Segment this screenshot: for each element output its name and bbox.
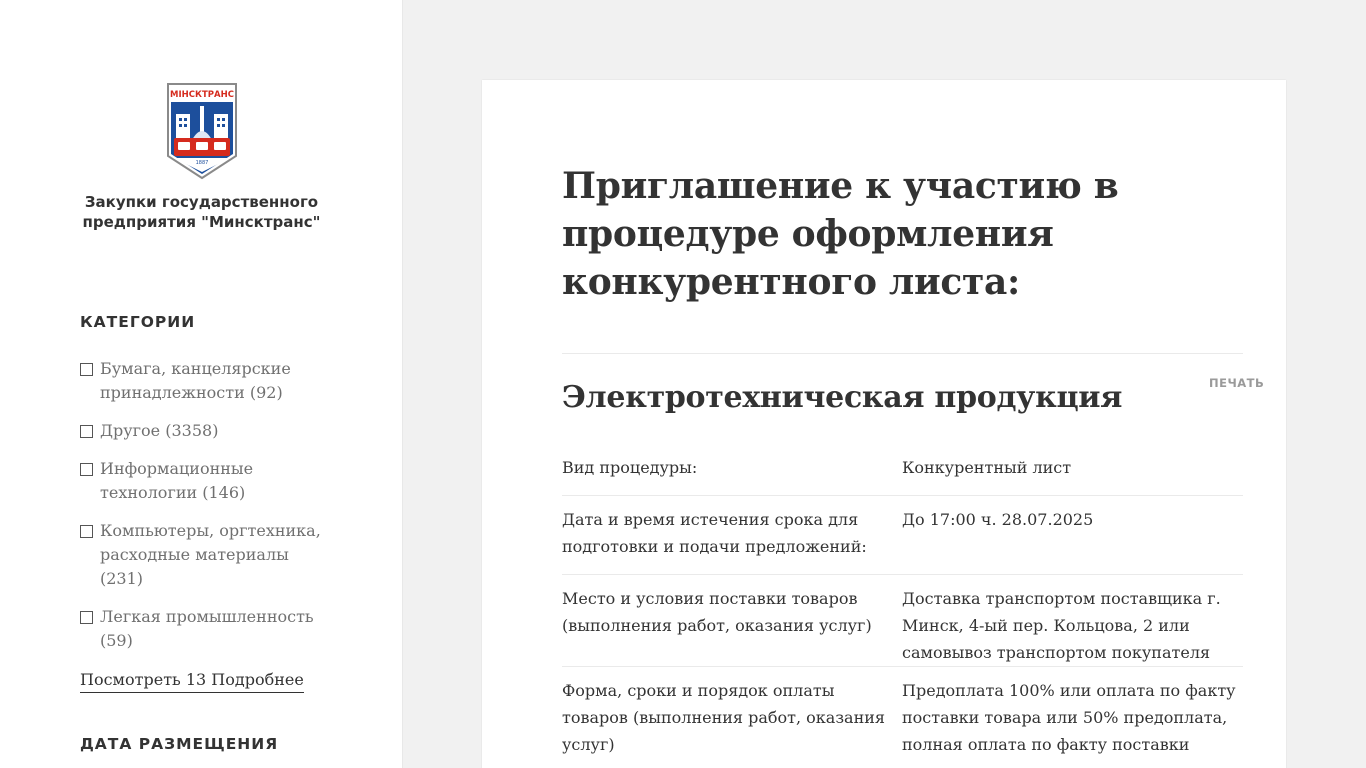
date-heading: ДАТА РАЗМЕЩЕНИЯ	[80, 735, 279, 753]
minsktrans-emblem-icon: МІНСКТРАНС 1887	[167, 83, 237, 180]
category-label: Бумага, канцелярские принадлежности (92)	[100, 359, 291, 402]
checkbox[interactable]	[80, 463, 93, 476]
category-label: Компьютеры, оргтехника, расходные матери…	[100, 521, 321, 588]
product-title: Электротехническая продукция	[562, 380, 1123, 415]
content-card: Приглашение к участию в процедуре оформл…	[482, 80, 1286, 768]
checkbox[interactable]	[80, 363, 93, 376]
category-list: Бумага, канцелярские принадлежности (92)…	[80, 357, 330, 667]
category-item-computers[interactable]: Компьютеры, оргтехника, расходные матери…	[80, 519, 330, 591]
table-row: Дата и время истечения срока для подгото…	[562, 496, 1243, 575]
row-label: Форма, сроки и порядок оплаты товаров (в…	[562, 681, 886, 754]
row-value: Доставка транспортом поставщика г. Минск…	[902, 589, 1221, 662]
table-row: Вид процедуры: Конкурентный лист	[562, 444, 1243, 496]
checkbox[interactable]	[80, 425, 93, 438]
row-label: Вид процедуры:	[562, 458, 698, 477]
checkbox[interactable]	[80, 525, 93, 538]
category-item-paper[interactable]: Бумага, канцелярские принадлежности (92)	[80, 357, 330, 405]
row-value: Предоплата 100% или оплата по факту пост…	[902, 681, 1236, 768]
site-title[interactable]: Закупки государственного предприятия "Ми…	[0, 192, 403, 232]
row-label: Место и условия поставки товаров (выполн…	[562, 589, 872, 635]
category-item-light-industry[interactable]: Легкая промышленность (59)	[80, 605, 330, 653]
category-item-other[interactable]: Другое (3358)	[80, 419, 330, 443]
row-label: Дата и время истечения срока для подгото…	[562, 510, 867, 556]
category-item-it[interactable]: Информационные технологии (146)	[80, 457, 330, 505]
divider	[562, 353, 1243, 354]
table-row: Форма, сроки и порядок оплаты товаров (в…	[562, 667, 1243, 768]
logo-year: 1887	[196, 160, 209, 166]
site-logo[interactable]: МІНСКТРАНС 1887	[166, 82, 238, 180]
more-categories-link[interactable]: Посмотреть 13 Подробнее	[80, 668, 304, 693]
checkbox[interactable]	[80, 611, 93, 624]
sidebar: МІНСКТРАНС 1887 Закупки государственного…	[0, 0, 403, 768]
categories-heading: КАТЕГОРИИ	[80, 313, 196, 331]
row-value: До 17:00 ч. 28.07.2025	[902, 510, 1094, 529]
category-label: Легкая промышленность (59)	[100, 607, 314, 650]
logo-text: МІНСКТРАНС	[170, 90, 234, 100]
page-title: Приглашение к участию в процедуре оформл…	[562, 165, 1119, 303]
print-button[interactable]: ПЕЧАТЬ	[1209, 376, 1264, 390]
table-row: Место и условия поставки товаров (выполн…	[562, 575, 1243, 667]
category-label: Информационные технологии (146)	[100, 459, 254, 502]
row-value: Конкурентный лист	[902, 458, 1072, 477]
category-label: Другое (3358)	[100, 421, 219, 440]
details-table: Вид процедуры: Конкурентный лист Дата и …	[562, 444, 1243, 768]
